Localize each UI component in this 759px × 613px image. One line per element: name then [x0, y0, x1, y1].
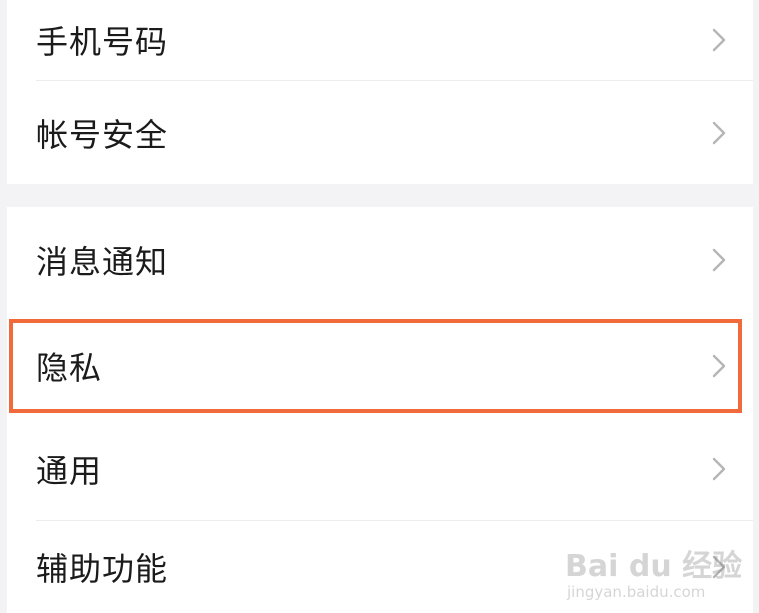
chevron-right-icon	[712, 457, 726, 481]
baidu-jingyan-watermark: Bai du 经验 jingyan.baidu.com	[563, 535, 742, 605]
section-separator	[7, 184, 753, 207]
settings-item-phone-number[interactable]: 手机号码	[7, 0, 753, 80]
chevron-right-icon	[712, 121, 726, 144]
settings-item-label: 消息通知	[36, 243, 169, 281]
watermark-brand: Bai du 经验	[565, 549, 743, 584]
settings-item-account-security[interactable]: 帐号安全	[7, 81, 753, 184]
chevron-right-icon	[712, 354, 726, 378]
settings-screen: 手机号码 帐号安全 消息通知 隐私 通用 辅助功能 Bai du 经验 jing…	[0, 0, 759, 613]
settings-item-label: 隐私	[36, 349, 103, 387]
settings-item-label: 辅助功能	[36, 550, 169, 588]
settings-item-label: 手机号码	[36, 23, 169, 61]
settings-item-label: 帐号安全	[36, 115, 169, 154]
chevron-right-icon	[712, 248, 726, 272]
settings-item-general[interactable]: 通用	[7, 418, 753, 520]
watermark-url: jingyan.baidu.com	[567, 583, 706, 601]
chevron-right-icon	[712, 28, 726, 52]
right-edge	[753, 0, 759, 613]
settings-item-privacy[interactable]: 隐私	[7, 314, 753, 418]
left-edge	[0, 0, 7, 613]
settings-item-notifications[interactable]: 消息通知	[7, 207, 753, 313]
settings-item-label: 通用	[36, 452, 103, 490]
